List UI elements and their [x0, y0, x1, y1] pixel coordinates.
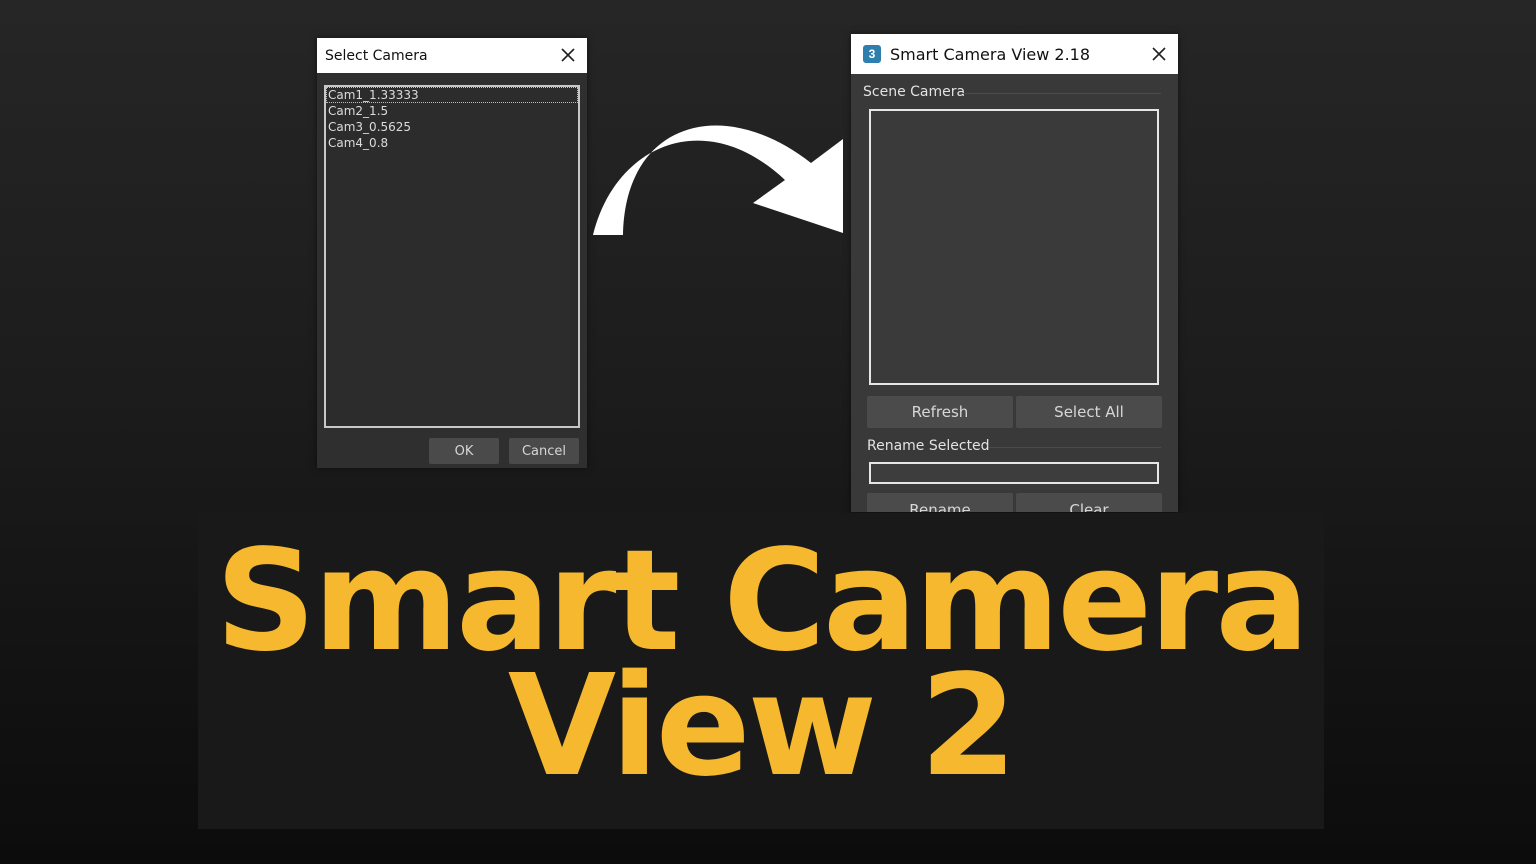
group-divider [961, 93, 1161, 94]
rename-input[interactable] [869, 462, 1159, 484]
3ds-max-icon: 3 [863, 45, 881, 63]
camera-listbox[interactable]: Cam1_1.33333 Cam2_1.5 Cam3_0.5625 Cam4_0… [324, 85, 580, 428]
refresh-button[interactable]: Refresh [867, 396, 1013, 428]
select-all-button[interactable]: Select All [1016, 396, 1162, 428]
ok-button[interactable]: OK [429, 438, 499, 464]
title-banner: Smart Camera View 2 [198, 513, 1324, 829]
cancel-button[interactable]: Cancel [509, 438, 579, 464]
camera-list-item[interactable]: Cam1_1.33333 [326, 87, 578, 103]
smart-camera-titlebar[interactable]: 3 Smart Camera View 2.18 [851, 34, 1178, 74]
camera-list-item[interactable]: Cam4_0.8 [326, 135, 578, 151]
scene-camera-group-label: Scene Camera [863, 84, 966, 100]
clear-button[interactable]: Clear [1016, 493, 1162, 512]
select-camera-titlebar[interactable]: Select Camera [317, 38, 587, 73]
close-icon[interactable] [1148, 43, 1170, 65]
rename-selected-group-label: Rename Selected [867, 438, 990, 454]
headline-line-2: View 2 [507, 645, 1017, 808]
group-divider [989, 447, 1161, 448]
smart-camera-view-dialog: 3 Smart Camera View 2.18 Scene Camera Re… [851, 34, 1178, 512]
smart-camera-title: Smart Camera View 2.18 [890, 44, 1091, 64]
camera-list-item[interactable]: Cam2_1.5 [326, 103, 578, 119]
close-icon[interactable] [557, 44, 579, 66]
curved-arrow-icon [593, 125, 843, 235]
select-camera-dialog: Select Camera Cam1_1.33333 Cam2_1.5 Cam3… [317, 38, 587, 468]
select-camera-title: Select Camera [325, 47, 428, 64]
rename-button[interactable]: Rename [867, 493, 1013, 512]
scene-camera-listbox[interactable] [869, 109, 1159, 385]
camera-list-item[interactable]: Cam3_0.5625 [326, 119, 578, 135]
